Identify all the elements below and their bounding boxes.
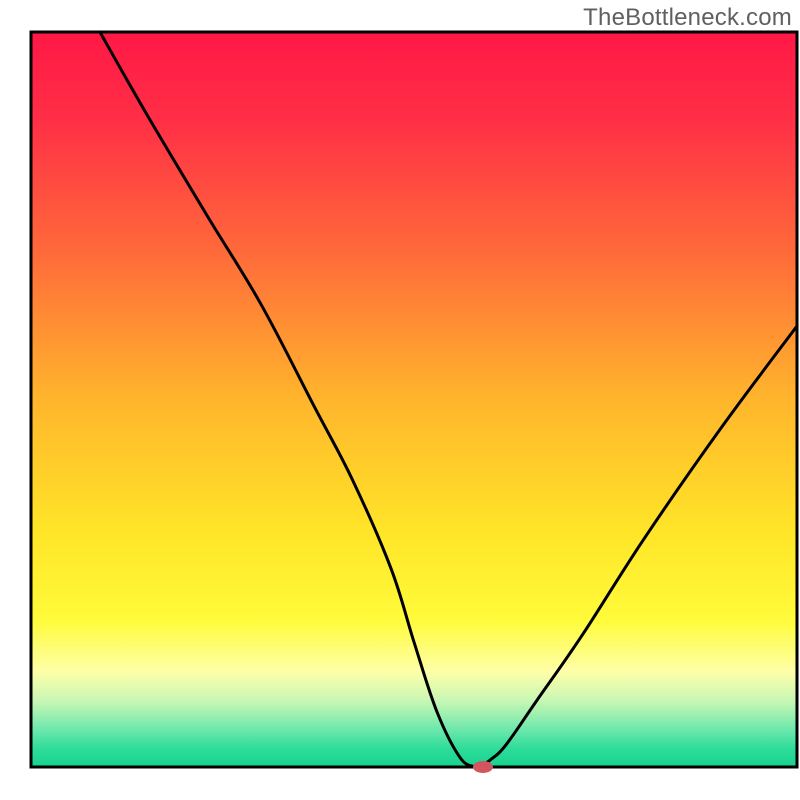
bottleneck-chart (0, 0, 800, 800)
plot-background (31, 32, 797, 767)
chart-container: TheBottleneck.com (0, 0, 800, 800)
watermark-text: TheBottleneck.com (583, 4, 792, 32)
minimum-marker (473, 761, 493, 773)
